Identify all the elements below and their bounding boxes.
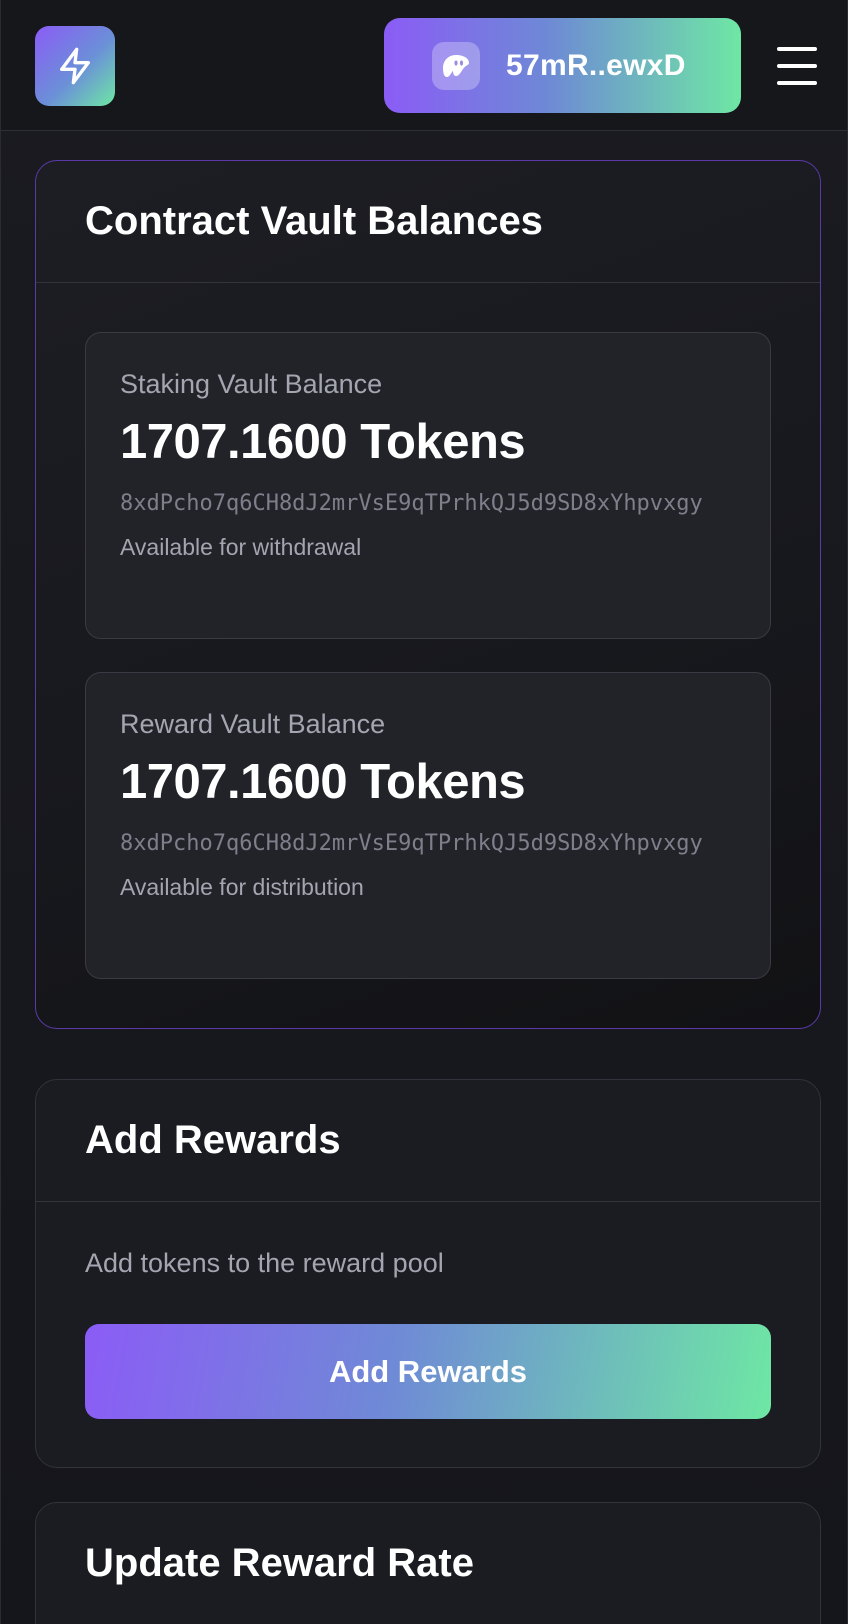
- vault-card-header: Contract Vault Balances: [36, 161, 820, 283]
- reward-vault-address: 8xdPcho7q6CH8dJ2mrVsE9qTPrhkQJ5d9SD8xYhp…: [120, 831, 703, 856]
- staking-vault-note: Available for withdrawal: [120, 534, 362, 560]
- add-rewards-button[interactable]: Add Rewards: [85, 1324, 771, 1419]
- update-rate-title: Update Reward Rate: [85, 1541, 474, 1585]
- ghost-icon: [432, 41, 480, 90]
- add-rewards-header: Add Rewards: [36, 1080, 820, 1202]
- menu-line: [777, 64, 817, 68]
- vault-balances-card: Contract Vault Balances Staking Vault Ba…: [35, 160, 821, 1029]
- add-rewards-description: Add tokens to the reward pool: [85, 1248, 444, 1278]
- lightning-bolt-icon: [60, 47, 91, 85]
- reward-vault-label: Reward Vault Balance: [120, 709, 386, 739]
- vault-card-title: Contract Vault Balances: [85, 199, 543, 243]
- wallet-address: 57mR..ewxD: [506, 48, 686, 82]
- page: 57mR..ewxD Contract Vault Balances Staki…: [0, 0, 848, 1624]
- add-rewards-title: Add Rewards: [85, 1118, 341, 1162]
- update-reward-rate-card: Update Reward Rate: [35, 1502, 821, 1624]
- staking-vault-address: 8xdPcho7q6CH8dJ2mrVsE9qTPrhkQJ5d9SD8xYhp…: [120, 491, 703, 516]
- staking-vault-box: Staking Vault Balance 1707.1600 Tokens 8…: [85, 332, 771, 639]
- staking-vault-label: Staking Vault Balance: [120, 369, 383, 399]
- wallet-connect-button[interactable]: 57mR..ewxD: [384, 18, 741, 113]
- reward-vault-value: 1707.1600 Tokens: [120, 755, 526, 809]
- hamburger-menu-icon[interactable]: [777, 47, 817, 85]
- add-rewards-card: Add Rewards Add tokens to the reward poo…: [35, 1079, 821, 1468]
- update-rate-header: Update Reward Rate: [36, 1503, 820, 1624]
- reward-vault-note: Available for distribution: [120, 874, 364, 900]
- top-header: 57mR..ewxD: [1, 0, 847, 131]
- menu-line: [777, 47, 817, 51]
- menu-line: [777, 81, 817, 85]
- app-logo-button[interactable]: [35, 26, 115, 106]
- staking-vault-value: 1707.1600 Tokens: [120, 415, 526, 469]
- reward-vault-box: Reward Vault Balance 1707.1600 Tokens 8x…: [85, 672, 771, 979]
